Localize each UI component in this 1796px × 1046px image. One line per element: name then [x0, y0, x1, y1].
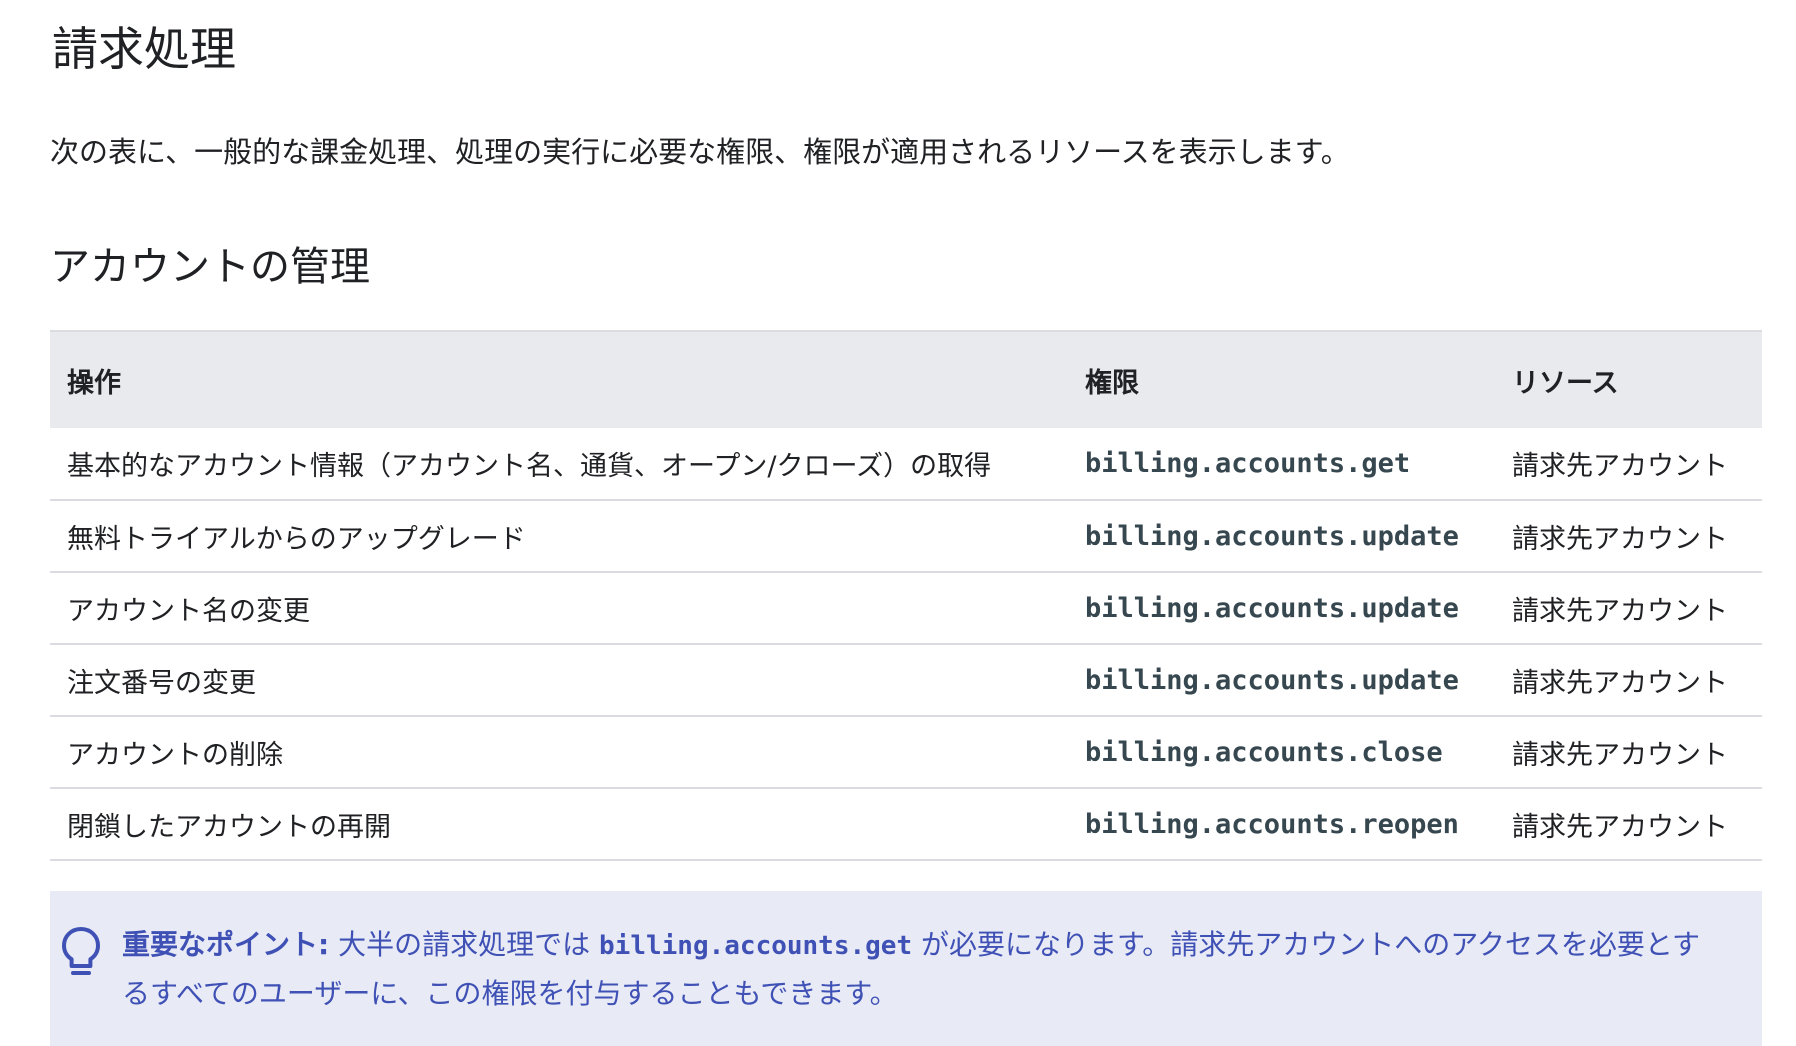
permission-cell: billing.accounts.update	[1085, 520, 1459, 552]
resource-cell: 請求先アカウント	[1512, 667, 1728, 699]
resource-cell: 請求先アカウント	[1512, 811, 1728, 843]
table-row: 閉鎖したアカウントの再開 billing.accounts.reopen 請求先…	[50, 788, 1762, 860]
header-resource: リソース	[1498, 330, 1762, 428]
resource-cell: 請求先アカウント	[1512, 523, 1728, 555]
table-header-row: 操作 権限 リソース	[50, 330, 1762, 428]
header-permission: 権限	[1068, 330, 1498, 428]
operation-cell: 基本的なアカウント情報（アカウント名、通貨、オープン/クローズ）の取得	[67, 451, 992, 482]
permission-cell: billing.accounts.update	[1085, 592, 1459, 624]
operation-cell: アカウントの削除	[67, 739, 283, 771]
table-body: 基本的なアカウント情報（アカウント名、通貨、オープン/クローズ）の取得 bill…	[50, 428, 1762, 860]
resource-cell: 請求先アカウント	[1512, 739, 1728, 771]
header-operation: 操作	[50, 330, 1068, 428]
table-row: 無料トライアルからのアップグレード billing.accounts.updat…	[50, 500, 1762, 572]
permissions-table: 操作 権限 リソース 基本的なアカウント情報（アカウント名、通貨、オープン/クロ…	[50, 330, 1762, 861]
callout-text: 重要なポイント: 大半の請求処理では billing.accounts.get …	[122, 921, 1722, 1018]
operation-cell: 注文番号の変更	[67, 667, 256, 699]
table-row: アカウントの削除 billing.accounts.close 請求先アカウント	[50, 716, 1762, 788]
table-row: 基本的なアカウント情報（アカウント名、通貨、オープン/クローズ）の取得 bill…	[50, 428, 1762, 500]
section-title: アカウントの管理	[50, 244, 370, 290]
table-row: アカウント名の変更 billing.accounts.update 請求先アカウ…	[50, 572, 1762, 644]
callout-code: billing.accounts.get	[599, 931, 913, 961]
operation-cell: 閉鎖したアカウントの再開	[67, 811, 391, 843]
resource-cell: 請求先アカウント	[1512, 595, 1728, 627]
key-point-callout: 重要なポイント: 大半の請求処理では billing.accounts.get …	[50, 891, 1762, 1046]
page-title: 請求処理	[52, 22, 236, 76]
callout-text-before: 大半の請求処理では	[338, 928, 591, 961]
operation-cell: 無料トライアルからのアップグレード	[67, 523, 526, 555]
table-row: 注文番号の変更 billing.accounts.update 請求先アカウント	[50, 644, 1762, 716]
permission-cell: billing.accounts.update	[1085, 664, 1459, 696]
table-header: 操作 権限 リソース	[50, 330, 1762, 428]
lightbulb-icon	[58, 925, 104, 979]
resource-cell: 請求先アカウント	[1512, 451, 1728, 482]
permission-cell: billing.accounts.close	[1085, 736, 1443, 768]
callout-label: 重要なポイント:	[122, 928, 330, 961]
intro-paragraph: 次の表に、一般的な課金処理、処理の実行に必要な権限、権限が適用されるリソースを表…	[50, 135, 1350, 169]
permission-cell: billing.accounts.reopen	[1085, 808, 1459, 840]
permission-cell: billing.accounts.get	[1085, 448, 1411, 479]
operation-cell: アカウント名の変更	[67, 595, 310, 627]
